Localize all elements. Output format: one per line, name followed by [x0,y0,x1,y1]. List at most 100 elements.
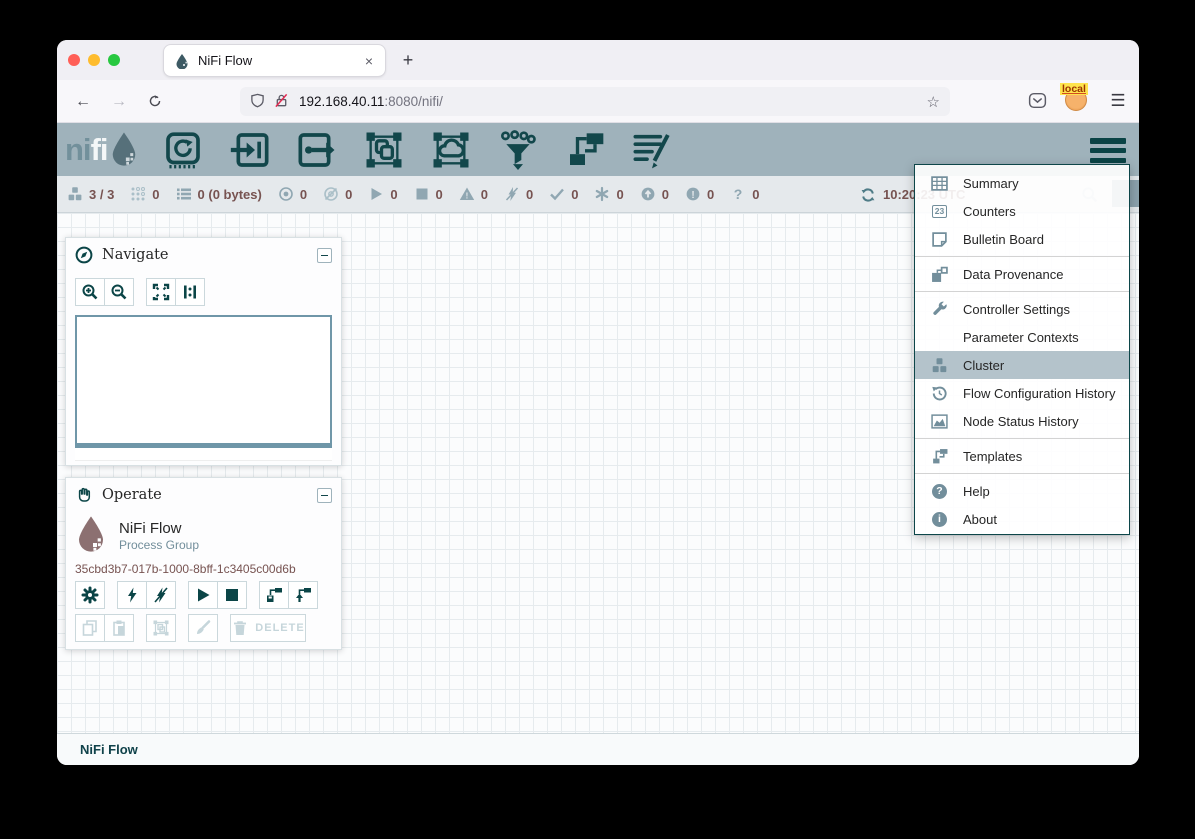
template-tool[interactable] [565,130,605,170]
upload-template-button[interactable] [288,581,318,609]
pocket-icon[interactable] [1027,90,1048,116]
menu-item-templates[interactable]: Templates [915,442,1129,470]
group-button[interactable] [146,614,176,642]
menu-item-bulletin-board[interactable]: Bulletin Board [915,225,1129,253]
locally-modified-stale-status: ! 0 [685,186,714,202]
reload-button[interactable] [142,89,168,115]
remote-process-group-tool[interactable] [431,130,471,170]
stopped-status: 0 [414,186,443,202]
delete-button[interactable]: DELETE [230,614,306,642]
running-icon [368,186,384,202]
menu-item-cluster[interactable]: Cluster [915,351,1129,379]
shield-icon[interactable] [250,93,265,111]
up-to-date-status: 0 [549,186,578,202]
queued-icon [176,186,192,202]
breadcrumb-root[interactable]: NiFi Flow [80,742,138,757]
sync-failure-status: ? 0 [730,186,759,202]
collapse-navigate-button[interactable] [317,248,332,263]
funnel-tool[interactable] [498,130,538,170]
sync-failure-icon: ? [730,186,746,202]
zoom-in-button[interactable] [75,278,105,306]
menu-divider [915,473,1129,474]
no-icon [930,329,949,346]
output-port-tool[interactable] [297,130,337,170]
stale-icon [640,186,656,202]
active-threads-icon [130,186,146,202]
enable-button[interactable] [117,581,147,609]
cluster-icon [930,357,949,374]
zoom-actual-button[interactable] [175,278,205,306]
transmitting-status: 0 [278,186,307,202]
operate-row-2: DELETE [75,614,332,642]
process-group-tool[interactable] [364,130,404,170]
insecure-lock-icon[interactable] [274,93,289,111]
up-to-date-icon [549,186,565,202]
global-menu-button[interactable] [1090,138,1126,163]
label-tool[interactable] [632,130,672,170]
operate-palette: Operate NiFi Flow Process Group 35cbd3b7… [65,477,342,650]
node-status-history-icon [930,413,949,430]
queued-status: 0 (0 bytes) [176,186,262,202]
templates-icon [930,448,949,465]
tab-title: NiFi Flow [198,53,252,68]
configuration-button[interactable] [75,581,105,609]
close-window-button[interactable] [68,54,80,66]
nifi-favicon [174,53,190,69]
menu-item-node-status-history[interactable]: Node Status History [915,407,1129,435]
stopped-icon [414,186,430,202]
maximize-window-button[interactable] [108,54,120,66]
container-badge: local [1060,83,1088,95]
address-bar[interactable]: 192.168.40.11 :8080/nifi/ ☆ [240,87,950,116]
menu-item-flow-configuration-history[interactable]: Flow Configuration History [915,379,1129,407]
bulletin-board-icon [930,231,949,248]
collapse-operate-button[interactable] [317,488,332,503]
selected-component: NiFi Flow Process Group [66,512,341,555]
start-button[interactable] [188,581,218,609]
breadcrumb: NiFi Flow [57,733,1139,765]
operate-title: Operate [102,487,162,503]
operate-header: Operate [66,478,341,512]
menu-item-help[interactable]: ? Help [915,477,1129,505]
navigate-palette: Navigate [65,237,342,466]
menu-item-about[interactable]: i About [915,505,1129,533]
menu-item-data-provenance[interactable]: Data Provenance [915,260,1129,288]
input-port-tool[interactable] [230,130,270,170]
minimize-window-button[interactable] [88,54,100,66]
forward-button[interactable]: → [106,89,132,115]
help-icon: ? [930,483,949,500]
processor-tool[interactable] [163,130,203,170]
menu-item-counters[interactable]: 23 Counters [915,197,1129,225]
nifi-logo: nifi [65,131,139,169]
new-tab-button[interactable]: + [395,48,421,74]
not-transmitting-icon [323,186,339,202]
navigate-toolbar [66,272,341,310]
stop-button[interactable] [217,581,247,609]
flow-type: Process Group [119,538,199,552]
active-threads-status: 0 [130,186,159,202]
refresh-icon[interactable] [860,187,876,203]
global-menu: Summary 23 Counters Bulletin Board Data … [914,164,1130,535]
browser-menu-icon[interactable]: ☰ [1105,89,1131,115]
tab-bar: NiFi Flow × + [57,40,1139,80]
bookmark-star-icon[interactable]: ☆ [927,93,940,111]
svg-text:!: ! [465,192,468,201]
copy-button[interactable] [75,614,105,642]
tab-close-icon[interactable]: × [363,53,375,69]
logo-fi: fi [91,132,108,168]
menu-item-summary[interactable]: Summary [915,169,1129,197]
browser-toolbar: ← → 192.168.40.11 :8080/nifi/ ☆ local ☰ [57,80,1139,123]
navigate-title: Navigate [102,247,169,263]
menu-item-controller-settings[interactable]: Controller Settings [915,295,1129,323]
disable-button[interactable] [146,581,176,609]
birdseye-view[interactable] [75,315,332,448]
menu-item-parameter-contexts[interactable]: Parameter Contexts [915,323,1129,351]
paste-button[interactable] [104,614,134,642]
flow-id: 35cbd3b7-017b-1000-8bff-1c3405c00d6b [66,555,341,581]
color-button[interactable] [188,614,218,642]
browser-tab[interactable]: NiFi Flow × [163,44,386,77]
zoom-fit-button[interactable] [146,278,176,306]
save-template-button[interactable] [259,581,289,609]
zoom-out-button[interactable] [104,278,134,306]
flow-name: NiFi Flow [119,519,199,538]
back-button[interactable]: ← [70,89,96,115]
